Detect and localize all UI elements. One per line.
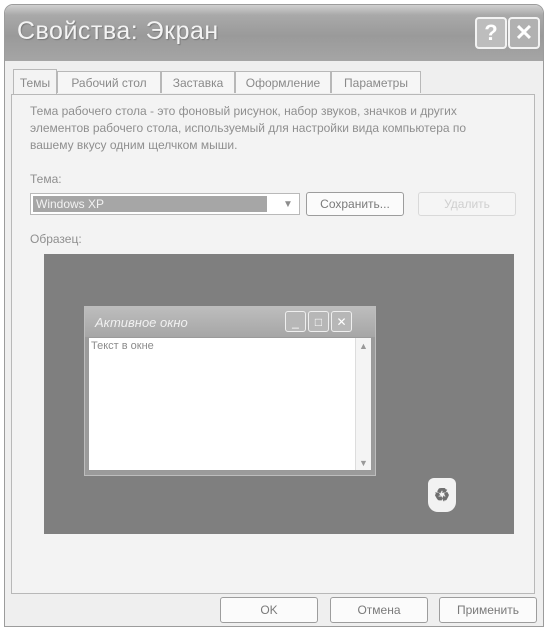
theme-label: Тема: — [30, 172, 62, 186]
theme-preview: Активное окно _ □ ✕ Текст в окне ▲ ▼ ♻ — [44, 254, 514, 534]
apply-button[interactable]: Применить — [439, 597, 537, 623]
recycle-bin-icon: ♻ — [428, 478, 456, 512]
close-icon: ✕ — [514, 20, 534, 45]
sample-label: Образец: — [30, 232, 82, 246]
help-icon: ? — [484, 20, 498, 45]
cancel-button[interactable]: Отмена — [330, 597, 428, 623]
theme-select[interactable]: Windows XP ▼ — [30, 193, 300, 215]
title-bar[interactable]: Свойства: Экран ? ✕ — [5, 5, 543, 61]
tab-appearance[interactable]: Оформление — [235, 71, 331, 93]
tab-settings[interactable]: Параметры — [331, 71, 421, 93]
window-title: Свойства: Экран — [17, 17, 219, 45]
save-theme-button[interactable]: Сохранить... — [306, 192, 404, 216]
ok-button[interactable]: OK — [220, 597, 318, 623]
preview-window-titlebar: Активное окно _ □ ✕ — [85, 307, 375, 337]
chevron-down-icon[interactable]: ▼ — [278, 195, 298, 213]
scroll-down-icon: ▼ — [359, 457, 368, 468]
preview-window-title: Активное окно — [95, 315, 188, 330]
tab-themes[interactable]: Темы — [13, 69, 57, 95]
tab-screensaver[interactable]: Заставка — [161, 71, 235, 93]
delete-theme-button[interactable]: Удалить — [418, 192, 516, 216]
preview-window-body: Текст в окне ▲ ▼ — [88, 337, 372, 471]
close-button[interactable]: ✕ — [508, 17, 540, 49]
preview-window-text: Текст в окне — [91, 340, 154, 352]
theme-select-value: Windows XP — [33, 196, 267, 212]
maximize-icon: □ — [308, 311, 329, 332]
theme-description: Тема рабочего стола - это фоновый рисуно… — [30, 104, 467, 152]
minimize-icon: _ — [285, 311, 306, 332]
help-button[interactable]: ? — [475, 17, 507, 49]
preview-scrollbar: ▲ ▼ — [355, 338, 371, 470]
preview-active-window: Активное окно _ □ ✕ Текст в окне ▲ ▼ — [84, 306, 376, 476]
scroll-up-icon: ▲ — [359, 340, 368, 351]
tab-desktop[interactable]: Рабочий стол — [57, 71, 161, 93]
close-icon: ✕ — [331, 311, 352, 332]
